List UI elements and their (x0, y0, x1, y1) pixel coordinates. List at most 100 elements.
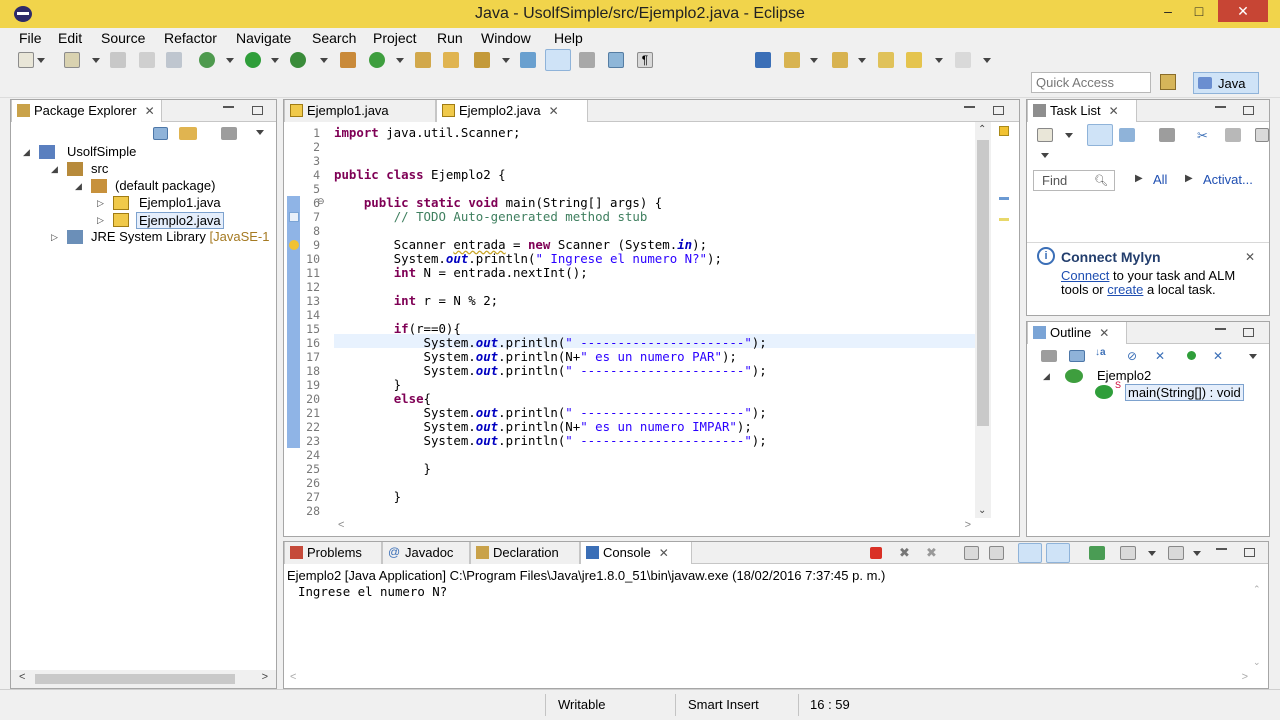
code-line[interactable]: public class Ejemplo2 { (334, 168, 506, 182)
scroll-down-icon[interactable]: ⌄ (978, 505, 986, 516)
menu-file[interactable]: File (19, 30, 42, 46)
console-output[interactable]: Ingrese el numero N? (298, 584, 447, 599)
new-icon[interactable] (18, 52, 34, 68)
java-perspective-button[interactable]: Java (1193, 72, 1259, 94)
mark-occurrences-icon[interactable] (545, 49, 571, 71)
back-icon[interactable] (906, 52, 922, 68)
close-tab-icon[interactable]: ✕ (659, 546, 669, 560)
editor-hscrollbar[interactable]: < > (334, 518, 975, 536)
code-line[interactable]: } (334, 490, 401, 504)
menu-search[interactable]: Search (312, 30, 356, 46)
minimize-view-icon[interactable] (1215, 328, 1226, 330)
outline-item-method[interactable]: S main(String[]) : void (1095, 380, 1267, 401)
code-line[interactable]: int N = entrada.nextInt(); (334, 266, 588, 280)
menu-edit[interactable]: Edit (58, 30, 82, 46)
clear-console-icon[interactable] (964, 546, 979, 560)
new-project-dropdown-icon[interactable] (92, 58, 100, 63)
package-explorer-hscrollbar[interactable]: < > (11, 670, 276, 688)
scheduled-icon[interactable] (1119, 128, 1135, 142)
new-java-class-icon[interactable] (369, 52, 385, 68)
display-console-icon[interactable] (1120, 546, 1136, 560)
maximize-view-icon[interactable] (1243, 328, 1254, 337)
hide-local-types-icon[interactable]: ✕ (1213, 350, 1227, 362)
code-line[interactable]: import java.util.Scanner; (334, 126, 521, 140)
new-task-dropdown-icon[interactable] (1065, 133, 1073, 138)
run-icon[interactable] (245, 52, 261, 68)
next-annotation-icon[interactable] (755, 52, 771, 68)
close-button[interactable]: ✕ (1218, 0, 1268, 22)
last-edit-location-icon[interactable] (878, 52, 894, 68)
block-selection-icon[interactable] (579, 52, 595, 68)
next-annotation-dropdown-icon[interactable] (810, 58, 818, 63)
scroll-left-icon[interactable]: < (290, 671, 296, 683)
code-line[interactable]: System.out.println(" Ingrese el numero N… (334, 252, 722, 266)
occurrence-marker[interactable] (999, 197, 1009, 200)
tab-task-list[interactable]: Task List ✕ (1027, 100, 1137, 122)
show-on-stderr-icon[interactable] (1046, 543, 1070, 563)
task-marker[interactable] (999, 218, 1009, 221)
previous-edit-icon[interactable] (784, 52, 800, 68)
menu-project[interactable]: Project (373, 30, 417, 46)
menu-help[interactable]: Help (554, 30, 583, 46)
tab-javadoc[interactable]: @ Javadoc (382, 542, 470, 564)
close-tab-icon[interactable]: ✕ (1099, 326, 1109, 340)
scroll-up-icon[interactable]: ⌃ (1253, 584, 1261, 595)
new-class-dropdown-icon[interactable] (396, 58, 404, 63)
open-task-icon[interactable] (443, 52, 459, 68)
debug-dropdown-icon[interactable] (226, 58, 234, 63)
minimize-view-icon[interactable] (1216, 548, 1227, 550)
scroll-up-icon[interactable]: ⌃ (978, 124, 986, 135)
tree-item-jre-library[interactable]: ▷ JRE System Library [JavaSE-1 (23, 229, 275, 246)
prev-annotation-icon[interactable] (832, 52, 848, 68)
expand-twisty-icon[interactable]: ◢ (1043, 372, 1051, 381)
warning-icon[interactable] (289, 240, 299, 250)
close-tab-icon[interactable]: ✕ (549, 104, 559, 118)
collapse-all-icon[interactable] (1069, 350, 1085, 362)
scroll-lock-icon[interactable] (989, 546, 1004, 560)
menu-refactor[interactable]: Refactor (164, 30, 217, 46)
show-whitespace-icon[interactable] (608, 52, 624, 68)
open-type-icon[interactable] (415, 52, 431, 68)
scroll-thumb[interactable] (35, 674, 235, 684)
remove-launch-icon[interactable]: ✖ (899, 546, 913, 560)
code-line[interactable]: } (334, 378, 401, 392)
filter-all-link[interactable]: All (1153, 172, 1167, 187)
code-line[interactable]: System.out.println(" -------------------… (334, 406, 767, 420)
search-icon[interactable] (474, 52, 490, 68)
new-java-project-icon[interactable] (340, 52, 356, 68)
minimize-view-icon[interactable] (964, 106, 975, 108)
expand-twisty-icon[interactable]: ◢ (23, 148, 31, 157)
menu-source[interactable]: Source (101, 30, 145, 46)
sort-icon[interactable]: ↓a (1095, 347, 1115, 363)
tree-item-ejemplo2[interactable]: ▷ Ejemplo2.java (23, 212, 231, 229)
menu-window[interactable]: Window (481, 30, 531, 46)
debug-icon[interactable] (199, 52, 215, 68)
external-tools-icon[interactable] (290, 52, 306, 68)
scroll-right-icon[interactable]: > (965, 519, 971, 531)
open-console-dropdown-icon[interactable] (1193, 551, 1201, 556)
expand-twisty-icon[interactable]: ▷ (97, 216, 105, 225)
activate-task-link[interactable]: Activat... (1203, 172, 1253, 187)
code-line[interactable]: Scanner entrada = new Scanner (System.in… (334, 238, 707, 252)
view-menu-icon[interactable] (256, 130, 264, 135)
prev-annotation-dropdown-icon[interactable] (858, 58, 866, 63)
maximize-view-icon[interactable] (252, 106, 263, 115)
remove-all-launches-icon[interactable]: ✖ (926, 546, 940, 560)
new-task-icon[interactable] (1037, 128, 1053, 142)
editor-vscrollbar[interactable]: ⌃ ⌄ (975, 122, 991, 518)
terminate-icon[interactable] (870, 547, 882, 559)
tab-outline[interactable]: Outline ✕ (1027, 322, 1127, 344)
forward-dropdown-icon[interactable] (983, 58, 991, 63)
task-marker-icon[interactable] (289, 212, 299, 222)
code-area[interactable]: import java.util.Scanner; public class Ej… (334, 122, 975, 518)
code-line[interactable]: System.out.println(" -------------------… (334, 364, 767, 378)
close-tab-icon[interactable]: ✕ (145, 104, 155, 118)
tab-package-explorer[interactable]: Package Explorer ✕ (11, 100, 162, 122)
collapse-tasks-icon[interactable] (1225, 128, 1241, 142)
maximize-button[interactable]: □ (1181, 0, 1217, 22)
save-icon[interactable] (110, 52, 126, 68)
back-dropdown-icon[interactable] (935, 58, 943, 63)
fold-toggle-icon[interactable]: ⊖ (317, 196, 325, 207)
tab-ejemplo1[interactable]: Ejemplo1.java (284, 100, 436, 122)
create-link[interactable]: create (1107, 282, 1143, 297)
